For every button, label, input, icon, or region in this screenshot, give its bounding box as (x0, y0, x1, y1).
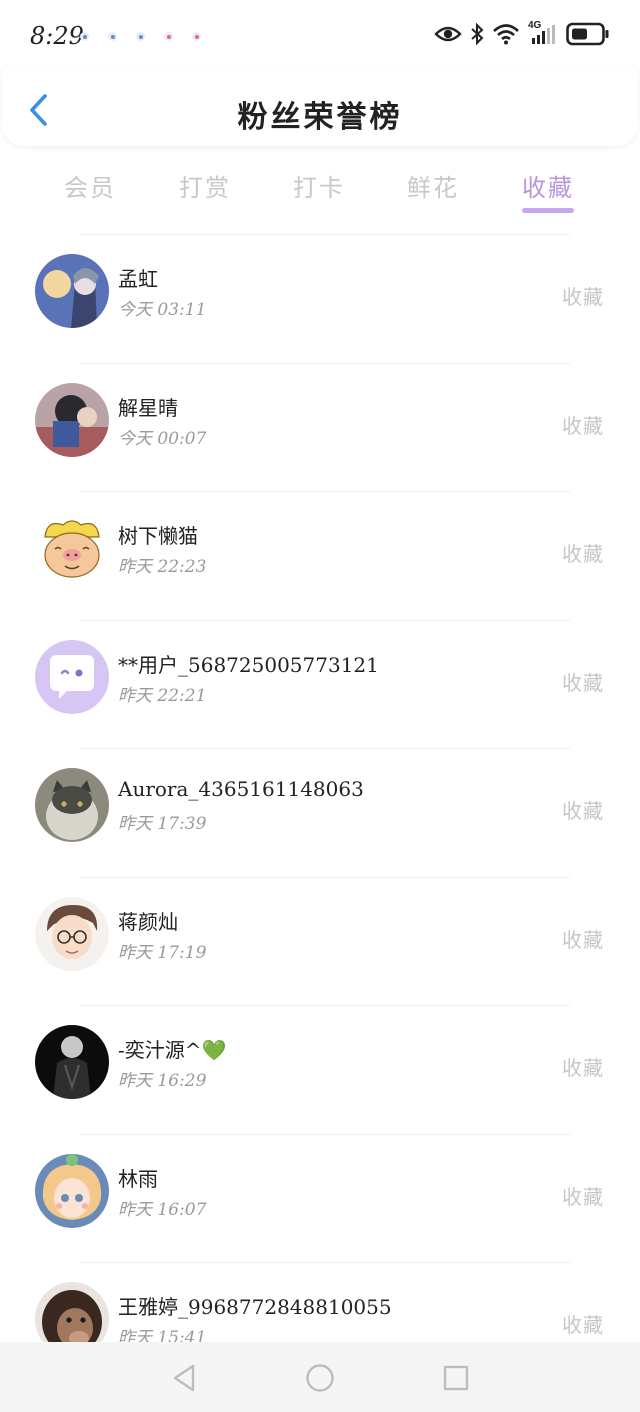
notification-icon (136, 32, 145, 41)
list-item[interactable]: Aurora_4365161148063 昨天 17:39 收藏 (0, 749, 640, 877)
notification-icons (80, 32, 201, 41)
list-item[interactable]: 孟虹 今天 03:11 收藏 (0, 235, 640, 363)
battery-icon (566, 22, 609, 46)
avatar (35, 254, 109, 328)
fan-name: 解星晴 (118, 395, 178, 420)
avatar (35, 768, 109, 842)
bluetooth-icon (471, 23, 484, 45)
fan-name: 林雨 (118, 1166, 158, 1191)
tab-tips[interactable]: 打赏 (155, 168, 255, 203)
nav-recent-button[interactable] (436, 1360, 476, 1396)
status-time: 8:29 (30, 22, 84, 50)
fan-name: Aurora_4365161148063 (118, 777, 364, 801)
fan-time: 昨天 17:39 (118, 814, 207, 834)
list-item[interactable]: **用户_568725005773121 昨天 22:21 收藏 (0, 621, 640, 749)
notification-icon (164, 32, 173, 41)
list-item[interactable]: 蒋颜灿 昨天 17:19 收藏 (0, 878, 640, 1006)
fan-name: 王雅婷_9968772848810055 (118, 1295, 392, 1319)
app-header: 粉丝荣誉榜 (2, 66, 638, 146)
avatar (35, 1025, 109, 1099)
list-item[interactable]: 解星晴 今天 00:07 收藏 (0, 364, 640, 492)
fan-action-favorite[interactable]: 收藏 (562, 1052, 604, 1081)
list-item[interactable]: 树下懒猫 昨天 22:23 收藏 (0, 492, 640, 620)
square-recent-icon (443, 1365, 469, 1391)
avatar (35, 1153, 109, 1228)
avatar (35, 639, 109, 714)
avatar (35, 896, 109, 971)
fan-time: 昨天 22:21 (118, 685, 207, 706)
eye-icon (434, 26, 462, 42)
tab-membership[interactable]: 会员 (40, 168, 140, 203)
circle-home-icon (306, 1364, 334, 1392)
notification-icon (108, 32, 117, 41)
fan-action-favorite[interactable]: 收藏 (562, 410, 604, 439)
notification-icon (192, 32, 201, 41)
tab-checkin[interactable]: 打卡 (269, 168, 369, 203)
fan-name: 孟虹 (118, 267, 158, 291)
active-tab-indicator (522, 208, 574, 213)
fan-time: 昨天 16:07 (118, 1199, 207, 1220)
signal-icon: 4G (528, 20, 558, 45)
fan-time: 昨天 17:19 (118, 942, 207, 963)
tab-bar: 会员 打赏 打卡 鲜花 收藏 (0, 160, 640, 220)
notification-icon (80, 32, 89, 41)
fan-action-favorite[interactable]: 收藏 (562, 667, 604, 696)
fan-name: 蒋颜灿 (118, 909, 178, 934)
status-icons: 4G (434, 20, 610, 46)
avatar (35, 511, 109, 585)
fan-action-favorite[interactable]: 收藏 (562, 538, 604, 567)
fan-name: -奕汁源^💚 (118, 1038, 227, 1062)
fan-action-favorite[interactable]: 收藏 (562, 795, 604, 824)
fan-list: 孟虹 今天 03:11 收藏 解星晴 今天 00:07 收藏 树下懒猫 昨天 2… (0, 234, 640, 1391)
nav-home-button[interactable] (300, 1360, 340, 1396)
fan-time: 今天 03:11 (118, 300, 207, 320)
list-item[interactable]: 林雨 昨天 16:07 收藏 (0, 1135, 640, 1263)
fan-time: 昨天 22:23 (118, 557, 207, 577)
tab-flowers[interactable]: 鲜花 (383, 168, 483, 203)
fan-time: 今天 00:07 (118, 428, 207, 449)
wifi-icon (493, 24, 519, 45)
status-bar: 8:29 4G (0, 0, 640, 72)
nav-back-button[interactable] (164, 1360, 204, 1396)
fan-action-favorite[interactable]: 收藏 (562, 924, 604, 953)
tab-favorites[interactable]: 收藏 (498, 168, 598, 203)
fan-action-favorite[interactable]: 收藏 (562, 1181, 604, 1210)
fan-action-favorite[interactable]: 收藏 (562, 1309, 604, 1338)
page-title: 粉丝荣誉榜 (237, 100, 403, 135)
system-navigation-bar (0, 1342, 640, 1412)
fan-name: 树下懒猫 (118, 524, 198, 548)
fan-time: 昨天 16:29 (118, 1071, 207, 1091)
avatar (35, 382, 109, 457)
fan-action-favorite[interactable]: 收藏 (562, 281, 604, 310)
fan-name: **用户_568725005773121 (118, 652, 379, 677)
triangle-back-icon (173, 1364, 195, 1392)
list-item[interactable]: -奕汁源^💚 昨天 16:29 收藏 (0, 1006, 640, 1134)
